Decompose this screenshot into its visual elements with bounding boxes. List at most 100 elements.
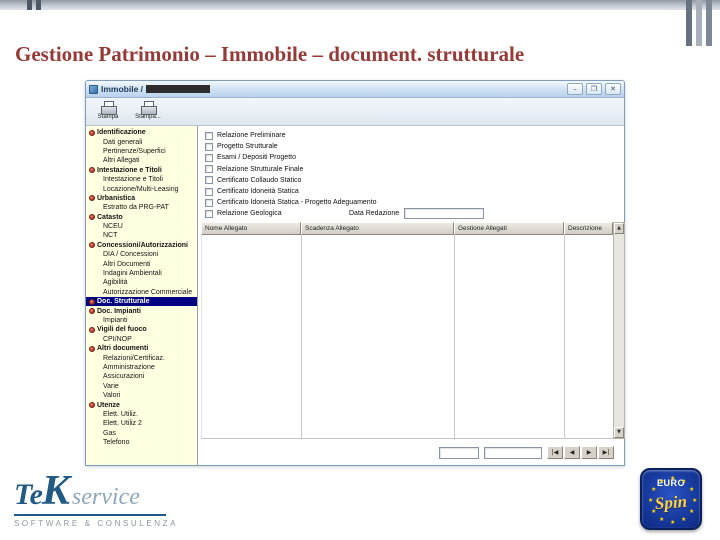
tree-node-label: Vigili del fuoco (97, 326, 147, 334)
tree-group-doc-strutturale[interactable]: Doc. Strutturale (86, 297, 197, 307)
tree-node-label: Agibilità (103, 279, 128, 287)
scroll-up-button[interactable]: ▲ (614, 223, 624, 234)
toolbar-button-stampa[interactable]: Stampa... (129, 100, 167, 124)
checkbox-certificato-idoneit-statica-progetto-adeguamento[interactable] (205, 198, 213, 207)
checkbox-relazione-preliminare[interactable] (205, 131, 213, 140)
tree-item-agibilit[interactable]: Agibilità (86, 278, 197, 287)
tree-item-nceu[interactable]: NCEU (86, 222, 197, 231)
checkbox-esami-depositi-progetto[interactable] (205, 153, 213, 162)
tree-item-relazioni-certificaz[interactable]: Relazioni/Certificaz. (86, 353, 197, 362)
tree-item-amministrazione[interactable]: Amministrazione (86, 363, 197, 372)
tree-item-indagini-ambientali[interactable]: Indagini Ambientali (86, 269, 197, 278)
star-icon: ★ (681, 516, 687, 524)
column-header-gestione-allegati[interactable]: Gestione Allegati (454, 222, 564, 235)
column-header-scadenza-allegato[interactable]: Scadenza Allegato (301, 222, 454, 235)
band-stripe (27, 0, 32, 10)
tree-group-utenze[interactable]: Utenze (86, 400, 197, 409)
tree-item-dati-generali[interactable]: Dati generali (86, 137, 197, 146)
maximize-button[interactable]: ❐ (586, 83, 602, 95)
tree-item-valori[interactable]: Valori (86, 391, 197, 400)
previous-record-button[interactable]: ◀ (564, 446, 580, 459)
tree-node-label: NCEU (103, 223, 123, 231)
tree-node-icon (89, 242, 95, 249)
check-row-esami-depositi-progetto: Esami / Depositi Progetto (205, 152, 377, 163)
check-row-certificato-collaudo-statico: Certificato Collaudo Statico (205, 175, 377, 186)
checkbox-relazione-geologica[interactable] (205, 209, 213, 218)
tree-panel: Identificazione Dati generali Pertinenze/S… (86, 126, 198, 465)
checkbox-label: Certificato Idoneità Statica (217, 188, 299, 196)
tree-item-assicurazioni[interactable]: Assicurazioni (86, 372, 197, 381)
tree-item-altri-documenti[interactable]: Altri Documenti (86, 259, 197, 268)
next-record-button[interactable]: ▶ (581, 446, 597, 459)
tree-group-urbanistica[interactable]: Urbanistica (86, 194, 197, 203)
tree-item-autorizzazione-commerciale[interactable]: Autorizzazione Commerciale (86, 288, 197, 297)
tree-node-label: Elett. Utiliz 2 (103, 420, 142, 428)
tree-item-estratto-da-prg-pat[interactable]: Estratto da PRG-PAT (86, 203, 197, 212)
tree-item-nct[interactable]: NCT (86, 231, 197, 240)
star-icon: ★ (659, 516, 665, 524)
first-record-button[interactable]: |◀ (547, 446, 563, 459)
check-row-relazione-preliminare: Relazione Preliminare (205, 130, 377, 141)
tree-item-gas[interactable]: Gas (86, 429, 197, 438)
tree-node-icon (89, 402, 95, 409)
tree-item-locazione-multi-leasing[interactable]: Locazione/Multi-Leasing (86, 184, 197, 193)
close-button[interactable]: ✕ (605, 83, 621, 95)
tree-group-concessioni-autorizzazioni[interactable]: Concessioni/Autorizzazioni (86, 241, 197, 250)
checkbox-progetto-strutturale[interactable] (205, 142, 213, 151)
tree-group-doc-impianti[interactable]: Doc. Impianti (86, 306, 197, 315)
tree-group-vigili-del-fuoco[interactable]: Vigili del fuoco (86, 325, 197, 334)
date-row: Data Redazione (349, 208, 485, 219)
tree-node-label: Autorizzazione Commerciale (103, 288, 193, 296)
column-header-nome-allegato[interactable]: Nome Allegato (201, 222, 301, 235)
date-redazione-input[interactable] (404, 208, 485, 219)
table-column-descrizione (565, 235, 614, 438)
table-column-gestione-allegati (455, 235, 565, 438)
tree-item-cpi-nop[interactable]: CPI/NOP (86, 335, 197, 344)
tree-item-elett-utiliz-2[interactable]: Elett. Utiliz 2 (86, 419, 197, 428)
tree-item-altri-allegati[interactable]: Altri Allegati (86, 156, 197, 165)
tree-item-dia-concessioni[interactable]: DIA / Concessioni (86, 250, 197, 259)
checkbox-certificato-collaudo-statico[interactable] (205, 176, 213, 185)
corner-stripe (696, 0, 702, 46)
tree-group-identificazione[interactable]: Identificazione (86, 128, 197, 137)
column-header-descrizione[interactable]: Descrizione (564, 222, 613, 235)
tree-node-label: Altri Allegati (103, 157, 140, 165)
tree-item-telefono[interactable]: Telefono (86, 438, 197, 447)
tree-node-label: Altri documenti (97, 345, 149, 353)
toolbar-button-stampa[interactable]: Stampa (89, 100, 127, 124)
last-record-button[interactable]: ▶| (598, 446, 614, 459)
table-scrollbar[interactable]: ▲ ▼ (613, 222, 625, 439)
tree-node-label: Intestazione e Titoli (103, 176, 163, 184)
star-icon: ★ (681, 477, 687, 485)
star-icon: ★ (650, 486, 657, 493)
tree-group-catasto[interactable]: Catasto (86, 213, 197, 222)
tek-rule (14, 514, 166, 516)
tree-item-pertinenze-superfici[interactable]: Pertinenze/Superfici (86, 147, 197, 156)
tree-item-elett-utiliz[interactable]: Elett. Utiliz. (86, 410, 197, 419)
tree-item-impianti[interactable]: Impianti (86, 316, 197, 325)
record-field-1[interactable] (439, 446, 479, 459)
printer-icon (141, 101, 157, 115)
window-titlebar[interactable]: Immobile / – ❐ ✕ (86, 81, 624, 98)
tree-node-label: Telefono (103, 439, 130, 447)
scroll-down-button[interactable]: ▼ (614, 427, 624, 438)
tree-node-label: Gas (103, 429, 116, 437)
toolbar: Stampa Stampa... (86, 98, 624, 126)
tree-node-label: CPI/NOP (103, 335, 132, 343)
table-column-nome-allegato (202, 235, 302, 438)
tree-group-intestazione-e-titoli[interactable]: Intestazione e Titoli (86, 166, 197, 175)
check-row-relazione-strutturale-finale: Relazione Strutturale Finale (205, 164, 377, 175)
tree-node-label: Valori (103, 392, 121, 400)
tree-node-label: Utenze (97, 401, 120, 409)
minimize-button[interactable]: – (567, 83, 583, 95)
tree-item-intestazione-e-titoli[interactable]: Intestazione e Titoli (86, 175, 197, 184)
star-icon: ★ (659, 477, 665, 485)
tree-group-altri-documenti[interactable]: Altri documenti (86, 344, 197, 353)
tree-item-varie[interactable]: Varie (86, 382, 197, 391)
checkbox-certificato-idoneit-statica[interactable] (205, 187, 213, 196)
slide: Gestione Patrimonio – Immobile – documen… (0, 0, 720, 540)
checkbox-relazione-strutturale-finale[interactable] (205, 165, 213, 174)
tree-node-label: Assicurazioni (103, 373, 145, 381)
scrollbar-track[interactable] (614, 234, 624, 427)
record-field-2[interactable] (484, 446, 542, 459)
